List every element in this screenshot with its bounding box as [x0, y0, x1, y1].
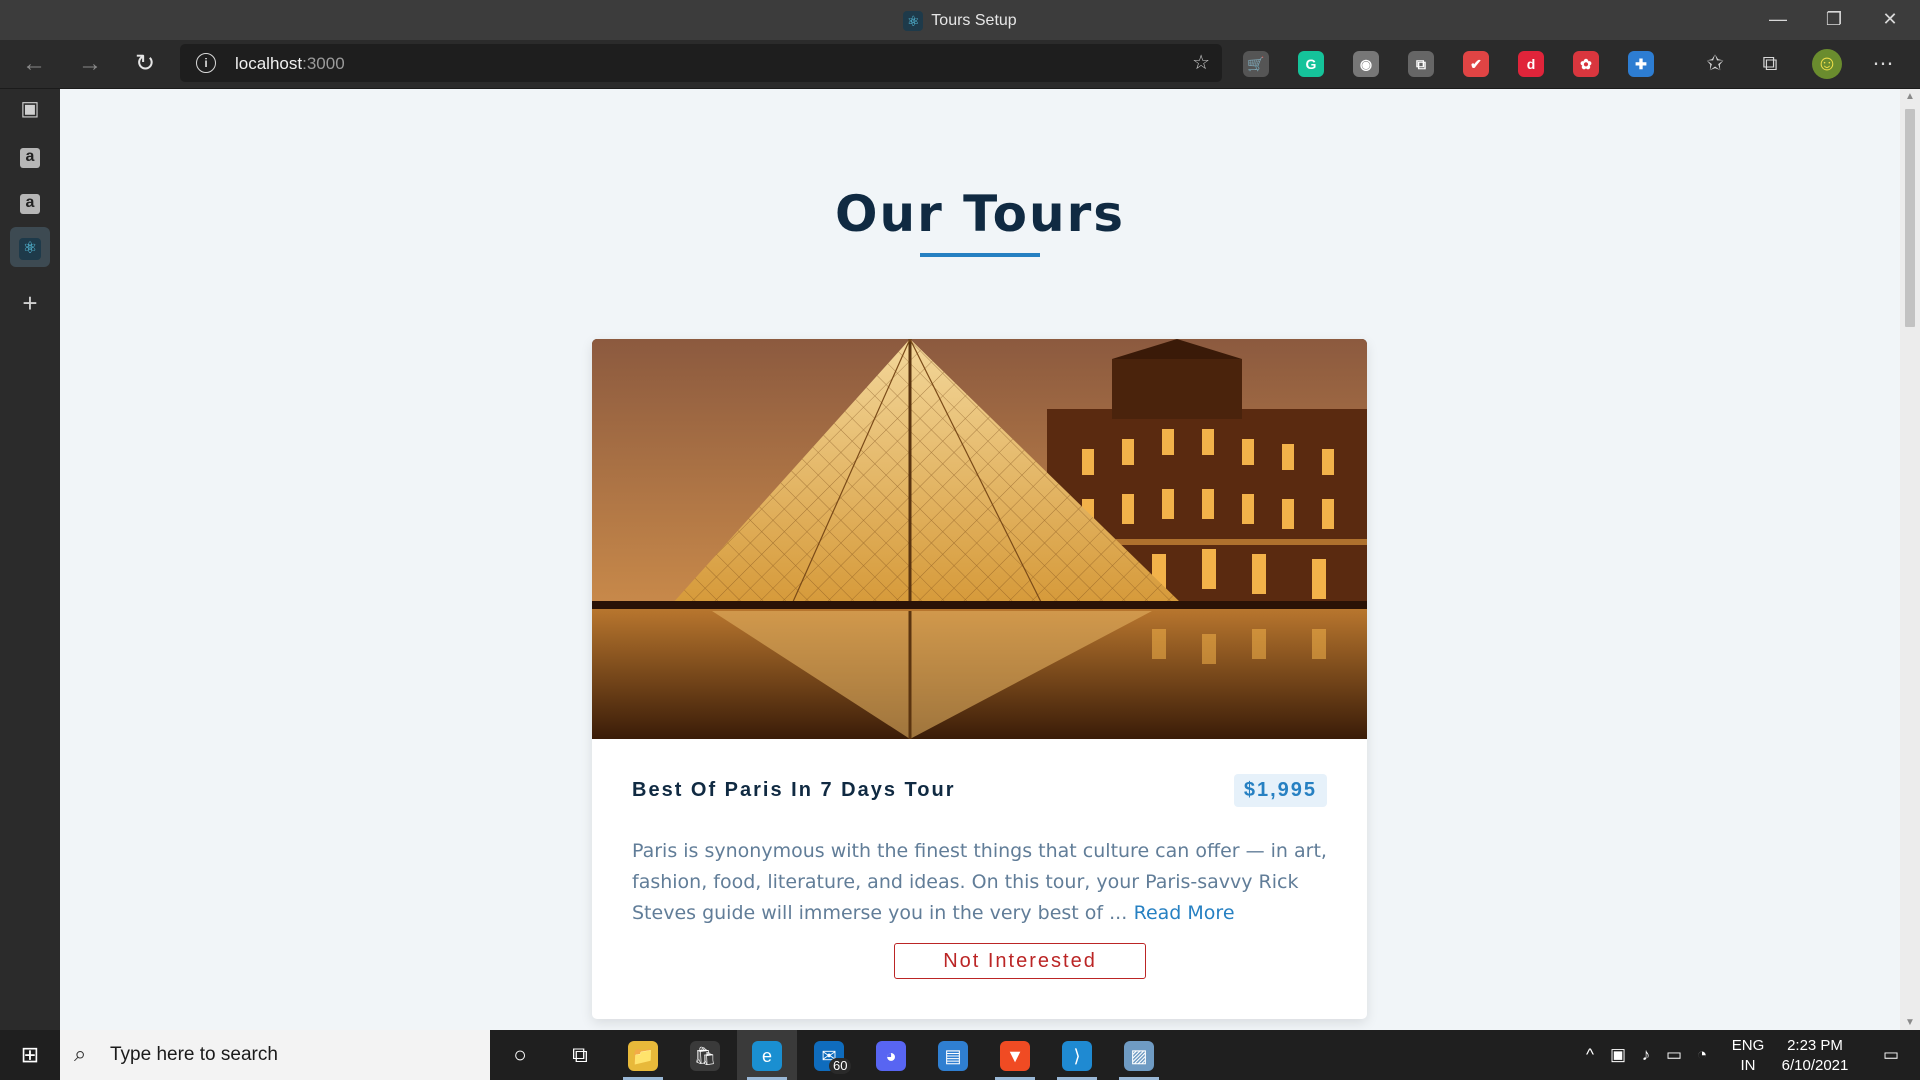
minimize-button[interactable]: — [1750, 0, 1806, 40]
mail-taskbar-button[interactable]: ✉ 60 [799, 1030, 859, 1080]
more-menu-icon[interactable]: ⋯ [1868, 49, 1898, 79]
not-interested-button[interactable]: Not Interested [894, 943, 1146, 979]
close-button[interactable]: ✕ [1862, 0, 1918, 40]
react-icon: ⚛ [19, 238, 41, 260]
favorites-icon[interactable]: ✩ [1700, 49, 1730, 79]
brave-icon: ▼ [1000, 1041, 1030, 1072]
taskbar-clock[interactable]: 2:23 PM 6/10/2021 [1772, 1036, 1858, 1076]
vertical-tabs: ▣ a a ⚛ + [0, 89, 60, 1030]
page-title: Our Tours [835, 185, 1125, 243]
search-placeholder: Type here to search [110, 1044, 278, 1065]
url-text[interactable]: localhost:3000 [235, 54, 345, 74]
edge-icon: e [752, 1041, 782, 1072]
tray-overflow-icon[interactable]: ^ [1578, 1030, 1602, 1080]
profile-avatar[interactable]: ☺ [1812, 49, 1842, 79]
window-title-text: Tours Setup [931, 12, 1017, 30]
news-taskbar-button[interactable]: ▤ [923, 1030, 983, 1080]
url-host: localhost [235, 54, 303, 73]
tour-name: Best Of Paris In 7 Days Tour [632, 779, 956, 801]
tab-amazon-2[interactable]: a [10, 181, 50, 221]
page-scrollbar[interactable]: ▲ ▼ [1900, 89, 1920, 1030]
address-bar[interactable]: i localhost:3000 ☆ [180, 44, 1222, 82]
amazon-icon: a [20, 148, 40, 168]
tour-card: Best Of Paris In 7 Days Tour $1,995 Pari… [592, 339, 1367, 1019]
brave-taskbar-button[interactable]: ▼ [985, 1030, 1045, 1080]
tour-image [592, 339, 1367, 739]
tab-actions-glyph: ▣ [20, 98, 40, 120]
discord-taskbar-button[interactable]: ◕ [861, 1030, 921, 1080]
browser-toolbar: ← → ↻ i localhost:3000 ☆ 🛒 G ◉ ⧉ ✔ d ✿ ✚ ✩ ⧉ ☺ … [0, 40, 1920, 89]
tour-price: $1,995 [1233, 774, 1327, 807]
grammarly-icon[interactable]: G [1298, 51, 1324, 77]
forward-button[interactable]: → [72, 46, 108, 82]
photos-icon: ▨ [1124, 1041, 1154, 1072]
reload-button[interactable]: ↻ [127, 46, 163, 82]
tab-react[interactable]: ⚛ [10, 227, 50, 267]
battery-icon[interactable]: ▭ [1662, 1030, 1686, 1080]
louvre-pyramid-illustration [592, 339, 1367, 739]
tab-actions-icon[interactable]: ▣ [10, 89, 50, 129]
edge-taskbar-button[interactable]: e [737, 1030, 797, 1080]
window-title: ⚛ Tours Setup [0, 11, 1920, 31]
meet-now-icon[interactable]: ▣ [1606, 1030, 1630, 1080]
red-ext-icon[interactable]: ✿ [1573, 51, 1599, 77]
file-explorer-icon: 📁 [628, 1041, 658, 1072]
windows-taskbar: ⊞ ⌕ Type here to search ○ ⧉ 📁 🛍 e ✉ 60 ◕ ▤ ▼ ⟩ ▨ … [0, 1030, 1920, 1080]
start-button[interactable]: ⊞ [0, 1030, 60, 1080]
amazon-icon: a [20, 194, 40, 214]
react-favicon-icon: ⚛ [903, 11, 924, 31]
title-underline [920, 253, 1040, 257]
new-tab-button[interactable]: + [10, 283, 50, 323]
photos-taskbar-button[interactable]: ▨ [1109, 1030, 1169, 1080]
search-icon: ⌕ [74, 1041, 87, 1066]
back-button[interactable]: ← [16, 46, 52, 82]
site-info-icon[interactable]: i [196, 53, 216, 73]
url-port: :3000 [302, 54, 345, 73]
vscode-taskbar-button[interactable]: ⟩ [1047, 1030, 1107, 1080]
tab-amazon-1[interactable]: a [10, 135, 50, 175]
read-more-link[interactable]: Read More [1134, 902, 1235, 924]
clock-date: 6/10/2021 [1781, 1057, 1849, 1074]
page-viewport: Our Tours Best Of Paris In 7 Days Tour $… [60, 89, 1900, 1030]
lang-line-2: IN [1740, 1057, 1756, 1074]
circle-ext-icon[interactable]: ◉ [1353, 51, 1379, 77]
cart-ext-icon[interactable]: 🛒 [1243, 51, 1269, 77]
lang-line-1: ENG [1731, 1037, 1765, 1054]
wifi-icon[interactable]: ◔ [1690, 1030, 1714, 1080]
d-ext-icon[interactable]: d [1518, 51, 1544, 77]
blue-ext-icon[interactable]: ✚ [1628, 51, 1654, 77]
scrollbar-thumb[interactable] [1905, 109, 1915, 327]
color-ext-icon[interactable]: ✔ [1463, 51, 1489, 77]
store-taskbar-button[interactable]: 🛍 [675, 1030, 735, 1080]
input-language[interactable]: ENG IN [1728, 1036, 1768, 1076]
notifications-icon[interactable]: ▭ [1866, 1030, 1916, 1080]
news-icon: ▤ [938, 1041, 968, 1072]
cortana-icon[interactable]: ○ [490, 1030, 550, 1080]
restore-button[interactable]: ❐ [1806, 0, 1862, 40]
window-titlebar: ⚛ Tours Setup — ❐ ✕ [0, 0, 1920, 40]
file-explorer-taskbar-button[interactable]: 📁 [613, 1030, 673, 1080]
store-icon: 🛍 [690, 1041, 720, 1072]
discord-icon: ◕ [876, 1041, 906, 1072]
vscode-icon: ⟩ [1062, 1041, 1092, 1072]
scroll-down-icon[interactable]: ▼ [1904, 1017, 1916, 1028]
mail-unread-badge: 60 [829, 1058, 852, 1074]
clock-time: 2:23 PM [1787, 1037, 1843, 1054]
copy-ext-icon[interactable]: ⧉ [1408, 51, 1434, 77]
task-view-icon[interactable]: ⧉ [550, 1030, 610, 1080]
scroll-up-icon[interactable]: ▲ [1904, 91, 1916, 102]
tour-description: Paris is synonymous with the finest thin… [632, 835, 1327, 928]
add-favorite-icon[interactable]: ☆ [1192, 50, 1210, 75]
collections-icon[interactable]: ⧉ [1755, 49, 1785, 79]
taskbar-search[interactable]: ⌕ Type here to search [60, 1030, 490, 1080]
volume-icon[interactable]: ♪ [1634, 1030, 1658, 1080]
